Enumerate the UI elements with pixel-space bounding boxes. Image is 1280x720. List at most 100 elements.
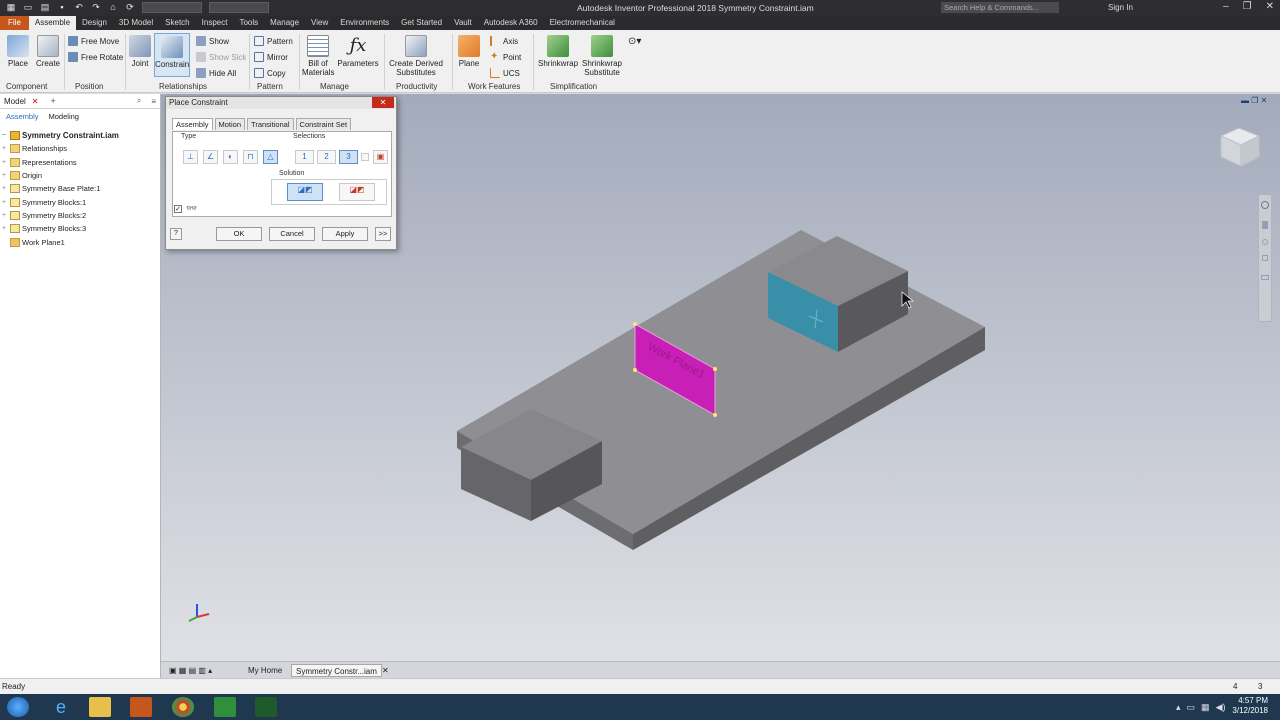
update-icon[interactable]: ⟳ — [125, 2, 135, 13]
tree-item[interactable]: + Representations — [0, 156, 160, 169]
dialog-tab-constraint-set[interactable]: Constraint Set — [295, 118, 352, 130]
tile-icon[interactable]: ▣ ▦ ▤ ▥ ▴ — [165, 664, 216, 677]
tab-electromechanical[interactable]: Electromechanical — [544, 16, 621, 30]
mirror-button[interactable]: Mirror — [254, 52, 288, 62]
dialog-close-button[interactable]: ✕ — [372, 97, 394, 108]
open-icon[interactable]: ▤ — [40, 2, 50, 13]
dialog-tab-transitional[interactable]: Transitional — [247, 118, 294, 130]
panel-relationships[interactable]: Relationships — [159, 82, 207, 91]
tab-manage[interactable]: Manage — [264, 16, 305, 30]
save-icon[interactable]: ▪ — [57, 2, 67, 13]
close-browser-icon[interactable]: ✕ — [32, 97, 39, 106]
tray-network-icon[interactable]: ▦ — [1201, 702, 1210, 713]
tab-view[interactable]: View — [305, 16, 334, 30]
inventor-icon[interactable] — [130, 697, 152, 717]
more-button[interactable]: >> — [375, 227, 391, 241]
tab-get-started[interactable]: Get Started — [395, 16, 448, 30]
app-menu-icon[interactable]: ▦ — [6, 2, 16, 13]
tree-item[interactable]: + Symmetry Base Plate:1 — [0, 182, 160, 195]
expand-icon[interactable]: + — [0, 199, 8, 206]
new-icon[interactable]: ▭ — [23, 2, 33, 13]
ok-button[interactable]: OK — [216, 227, 262, 241]
cancel-button[interactable]: Cancel — [269, 227, 315, 241]
minimize-icon[interactable]: – — [1223, 1, 1229, 12]
parameters-button[interactable]: ƒx Parameters — [337, 35, 379, 68]
expand-icon[interactable]: + — [0, 225, 8, 232]
tab-file[interactable]: File — [0, 16, 29, 30]
angle-constraint-icon[interactable]: ∠ — [203, 150, 218, 164]
pattern-button[interactable]: Pattern — [254, 36, 293, 46]
tab-tools[interactable]: Tools — [233, 16, 264, 30]
material-selector[interactable] — [142, 2, 202, 13]
dialog-tab-motion[interactable]: Motion — [214, 118, 246, 130]
undo-icon[interactable]: ↶ — [74, 2, 84, 13]
show-button[interactable]: Show — [196, 36, 229, 46]
place-button[interactable]: Place — [6, 35, 30, 68]
tab-assemble[interactable]: Assemble — [28, 16, 77, 30]
show-sick-button[interactable]: Show Sick — [196, 52, 246, 62]
sign-in-link[interactable]: Sign In — [1108, 3, 1133, 12]
panel-component[interactable]: Component — [6, 82, 47, 91]
insert-constraint-icon[interactable]: ⊓ — [243, 150, 258, 164]
tab-autodesk-a360[interactable]: Autodesk A360 — [478, 16, 544, 30]
steering-wheel-icon[interactable] — [1261, 201, 1269, 209]
tree-item[interactable]: Work Plane1 — [0, 235, 160, 248]
file-explorer-icon[interactable] — [89, 697, 111, 717]
tab-3d-model[interactable]: 3D Model — [113, 16, 159, 30]
dialog-tab-assembly[interactable]: Assembly — [172, 118, 213, 130]
close-tab-icon[interactable]: ✕ — [378, 664, 393, 677]
pan-icon[interactable] — [1262, 221, 1268, 229]
solution-flipped-button[interactable]: ◪◩ — [339, 183, 375, 201]
mate-constraint-icon[interactable]: ⊥ — [183, 150, 198, 164]
free-rotate-button[interactable]: Free Rotate — [68, 52, 123, 62]
solution-aligned-button[interactable]: ◪◩ — [287, 183, 323, 201]
tab-my-home[interactable]: My Home — [244, 664, 286, 677]
bill-of-materials-button[interactable]: Bill of Materials — [302, 35, 334, 77]
browser-tab-modeling[interactable]: Modeling — [49, 112, 79, 124]
free-move-button[interactable]: Free Move — [68, 36, 119, 46]
tab-vault[interactable]: Vault — [448, 16, 478, 30]
expand-icon[interactable]: + — [0, 212, 8, 219]
tree-root[interactable]: − Symmetry Constraint.iam — [0, 129, 160, 142]
expand-icon[interactable]: + — [0, 185, 8, 192]
restore-icon[interactable]: ❐ — [1243, 1, 1252, 12]
tab-document[interactable]: Symmetry Constr...iam — [291, 664, 382, 677]
tangent-constraint-icon[interactable]: ◐ — [223, 150, 238, 164]
ribbon-options-button[interactable]: ⊙▾ — [628, 36, 641, 47]
shrinkwrap-substitute-button[interactable]: Shrinkwrap Substitute — [581, 35, 623, 77]
tray-arrow-icon[interactable]: ▴ — [1176, 702, 1181, 713]
panel-pattern[interactable]: Pattern — [257, 82, 283, 91]
axis-button[interactable]: Axis — [490, 36, 518, 46]
add-browser-icon[interactable]: + — [51, 96, 56, 106]
joint-button[interactable]: Joint — [128, 35, 152, 68]
tree-item[interactable]: + Symmetry Blocks:2 — [0, 209, 160, 222]
help-search-input[interactable]: Search Help & Commands... — [941, 2, 1059, 13]
redo-icon[interactable]: ↷ — [91, 2, 101, 13]
shrinkwrap-button[interactable]: Shrinkwrap — [538, 35, 578, 68]
create-button[interactable]: Create — [35, 35, 61, 68]
tab-environments[interactable]: Environments — [334, 16, 395, 30]
viewport-window-controls[interactable]: ▬ ❐ ✕ — [1241, 96, 1267, 105]
tray-display-icon[interactable]: ▭ — [1187, 702, 1196, 713]
expand-icon[interactable]: + — [0, 145, 8, 152]
tab-design[interactable]: Design — [76, 16, 113, 30]
symmetry-constraint-icon[interactable]: △ — [263, 150, 278, 164]
tab-sketch[interactable]: Sketch — [159, 16, 195, 30]
browser-tab-assembly[interactable]: Assembly — [6, 112, 39, 124]
close-icon[interactable]: ✕ — [1266, 1, 1274, 12]
internet-explorer-icon[interactable]: e — [50, 697, 72, 717]
tree-item[interactable]: + Symmetry Blocks:1 — [0, 195, 160, 208]
menu-icon[interactable]: ≡ — [151, 97, 156, 106]
panel-position[interactable]: Position — [75, 82, 103, 91]
start-icon[interactable] — [7, 697, 29, 717]
pick-part-first-checkbox[interactable] — [361, 153, 369, 161]
apply-button[interactable]: Apply — [322, 227, 368, 241]
camtasia-icon[interactable] — [214, 697, 236, 717]
tray-volume-icon[interactable]: ◀) — [1216, 702, 1226, 713]
taskbar-clock[interactable]: 4:57 PM 3/12/2018 — [1232, 696, 1268, 716]
panel-manage[interactable]: Manage — [320, 82, 349, 91]
plane-button[interactable]: Plane — [457, 35, 481, 68]
constrain-button[interactable]: Constrain — [154, 33, 190, 77]
create-derived-substitutes-button[interactable]: Create Derived Substitutes — [388, 35, 444, 77]
search-icon[interactable]: ⌕ — [137, 96, 141, 106]
